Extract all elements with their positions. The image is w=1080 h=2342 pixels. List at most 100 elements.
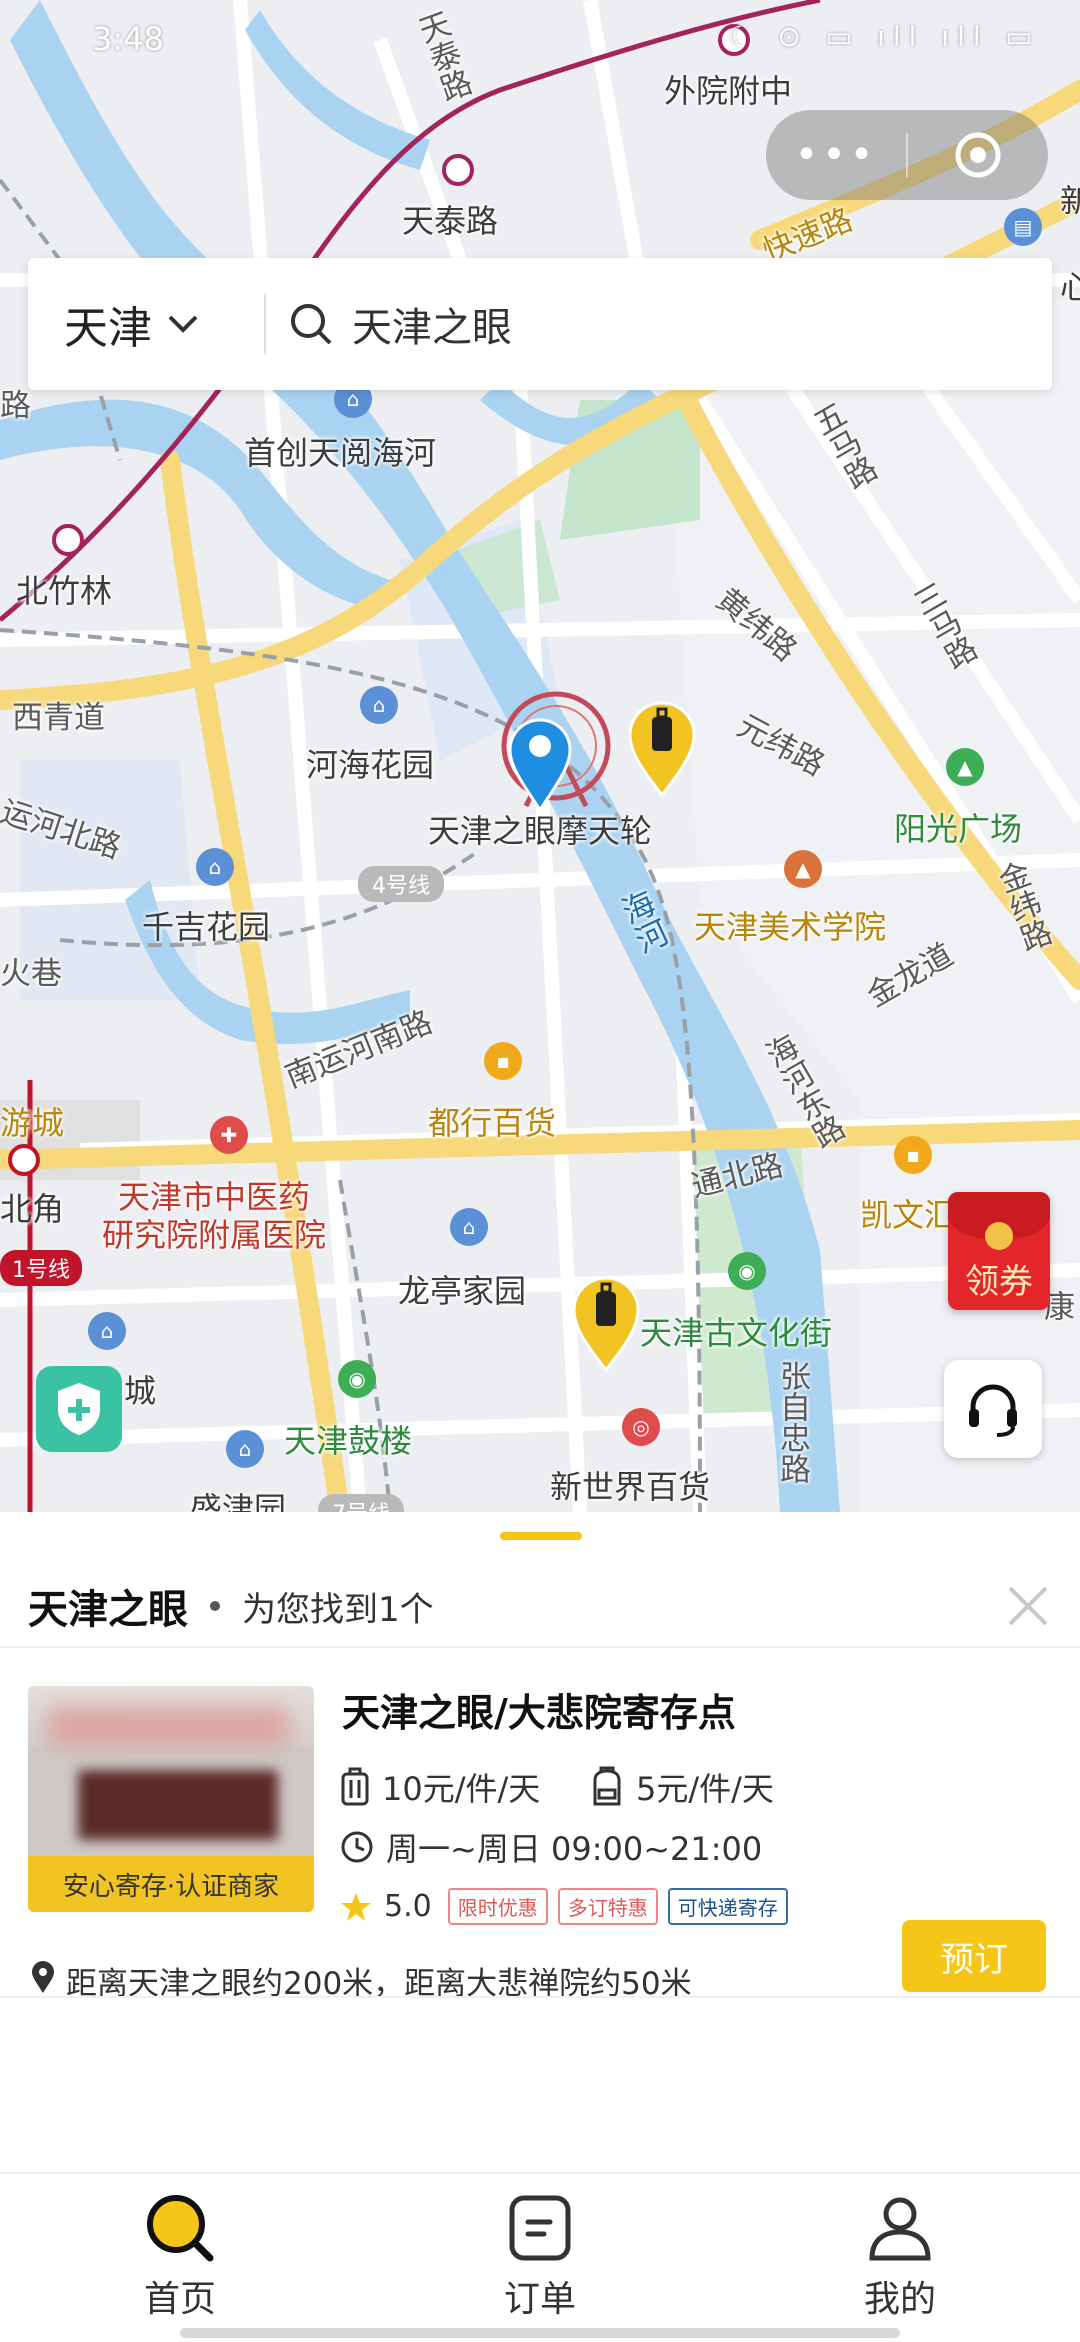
business-hours: 周一~周日 09:00~21:00	[386, 1830, 763, 1868]
multi-order-badge: 多订特惠	[557, 1888, 658, 1925]
map-label-xiqing-road: 西青道	[12, 700, 105, 736]
tab-orders[interactable]: 订单	[450, 2192, 630, 2322]
park-poi-icon[interactable]: ▲	[946, 748, 984, 786]
results-count: 为您找到1个	[242, 1589, 434, 1630]
headset-icon	[969, 1384, 1017, 1437]
divider	[0, 1646, 1080, 1648]
search-bar: 天津 天津之眼	[28, 258, 1052, 390]
backpack-icon	[590, 1766, 624, 1808]
limited-offer-badge: 限时优惠	[447, 1888, 548, 1925]
map-view[interactable]: ⌂ ⌂ ⌂ ⌂ ⌂ ⌂ ▪ ▪ ▲ ◉ ◉ ✚ ▲ ▤ ◎ 外院附中 天泰路 天…	[0, 0, 1080, 1512]
results-keyword: 天津之眼	[28, 1587, 188, 1633]
more-menu-button[interactable]: •••	[766, 132, 906, 178]
map-label-line1: 1号线	[0, 1250, 82, 1286]
results-sheet: 天津之眼 为您找到1个 安心寄存·认证商家 天津之眼/大悲院寄存点 10元/件/…	[0, 1512, 1080, 2172]
store-thumbnail[interactable]: 安心寄存·认证商家	[28, 1686, 314, 1912]
coupon-button[interactable]: 领券	[948, 1192, 1050, 1310]
map-label-zhangzizhong: 张自忠路	[774, 1360, 810, 1484]
book-button[interactable]: 预订	[902, 1920, 1046, 1992]
star-icon	[340, 1891, 372, 1923]
map-label-longting: 龙亭家园	[398, 1272, 527, 1310]
user-icon	[869, 2197, 931, 2261]
shield-plus-icon	[58, 1383, 100, 1435]
scenic-poi-icon[interactable]: ◉	[728, 1252, 766, 1290]
express-storage-badge: 可快递寄存	[667, 1888, 788, 1925]
map-label-hospital-line2: 研究院附属医院	[102, 1216, 327, 1254]
map-label-yangguang: 阳光广场	[894, 810, 1023, 848]
order-list-icon	[509, 2195, 571, 2261]
shopping-poi-icon[interactable]: ▪	[484, 1042, 522, 1080]
price-large-row: 10元/件/天	[340, 1764, 540, 1810]
chevron-down-icon	[168, 315, 198, 333]
tab-orders-label: 订单	[503, 2279, 576, 2320]
suitcase-icon	[340, 1766, 370, 1808]
map-label-guwenhua: 天津古文化街	[640, 1314, 833, 1352]
separator-dot	[210, 1601, 220, 1611]
status-icons: ☾ ⊙ ▭ ıll ıll ▭	[727, 20, 1040, 53]
map-label-gulou: 天津鼓楼	[284, 1422, 413, 1460]
coin-icon	[985, 1222, 1013, 1250]
search-divider	[264, 294, 266, 354]
city-label: 天津	[64, 303, 152, 354]
map-canvas[interactable]	[0, 0, 1080, 1512]
sheet-drag-handle[interactable]	[500, 1532, 582, 1540]
thumbnail-image-door	[78, 1770, 278, 1840]
map-label-xin: 新	[1060, 182, 1080, 220]
map-label-youlecheng: 游城	[0, 1104, 65, 1142]
map-label-xin2: 心	[1060, 268, 1080, 306]
search-input[interactable]: 天津之眼	[352, 295, 512, 353]
safety-shield-button[interactable]	[36, 1366, 122, 1452]
map-label-shengjin: 盛津园	[190, 1490, 287, 1512]
map-label-xinshijie: 新世界百货	[550, 1468, 711, 1506]
map-label-lu: 路	[0, 388, 31, 424]
residential-poi-icon[interactable]: ⌂	[360, 686, 398, 724]
map-label-beijiao: 北角	[0, 1190, 65, 1228]
map-label-shouchuang: 首创天阅海河	[244, 434, 437, 472]
tab-profile[interactable]: 我的	[810, 2192, 990, 2322]
bottom-tab-bar: 首页 订单 我的	[0, 2172, 1080, 2342]
map-label-line7: 7号线	[318, 1494, 404, 1512]
scenic-poi-icon[interactable]: ◉	[338, 1360, 376, 1398]
rating-row: 5.0 限时优惠 多订特惠 可快递寄存	[340, 1888, 798, 1925]
map-label-hehai: 河海花园	[306, 746, 435, 784]
close-miniprogram-button[interactable]	[908, 131, 1048, 179]
certified-merchant-tag: 安心寄存·认证商家	[28, 1856, 314, 1912]
building-poi-icon[interactable]: ▤	[1004, 208, 1042, 246]
city-selector[interactable]: 天津	[28, 258, 244, 390]
map-label-beizhulin: 北竹林	[16, 572, 113, 610]
home-search-icon	[147, 2195, 214, 2262]
store-card[interactable]: 安心寄存·认证商家 天津之眼/大悲院寄存点 10元/件/天 5元/件/天 周一~…	[0, 1672, 1080, 2002]
price-small: 5元/件/天	[636, 1770, 774, 1808]
school-poi-icon[interactable]: ▲	[784, 850, 822, 888]
map-label-tianjin-eye: 天津之眼摩天轮	[428, 812, 653, 850]
status-time: 3:48	[92, 20, 164, 58]
clock-icon	[340, 1830, 374, 1864]
home-indicator	[180, 2328, 900, 2338]
residential-poi-icon[interactable]: ⌂	[88, 1312, 126, 1350]
coupon-label: 领券	[965, 1262, 1033, 1302]
residential-poi-icon[interactable]: ⌂	[450, 1208, 488, 1246]
map-label-huoxiang: 火巷	[0, 956, 62, 992]
hours-row: 周一~周日 09:00~21:00	[340, 1824, 762, 1870]
target-close-icon	[955, 132, 1001, 178]
residential-poi-icon[interactable]: ⌂	[226, 1430, 264, 1468]
thumbnail-image-sign	[48, 1706, 288, 1746]
miniprogram-capsule: •••	[766, 110, 1048, 200]
tab-home-label: 首页	[143, 2279, 216, 2320]
hospital-poi-icon[interactable]: ✚	[210, 1116, 248, 1154]
status-bar: 3:48 ☾ ⊙ ▭ ıll ıll ▭	[0, 0, 1080, 80]
store-name[interactable]: 天津之眼/大悲院寄存点	[342, 1682, 736, 1737]
map-label-duxing: 都行百货	[428, 1104, 557, 1142]
mall-poi-icon[interactable]: ◎	[622, 1408, 660, 1446]
map-label-line4: 4号线	[358, 866, 444, 902]
customer-service-button[interactable]	[944, 1360, 1042, 1458]
close-icon[interactable]	[1006, 1584, 1050, 1628]
tab-home[interactable]: 首页	[90, 2192, 270, 2322]
shopping-poi-icon[interactable]: ▪	[894, 1136, 932, 1174]
map-label-tiantai-station: 天泰路	[402, 202, 499, 240]
search-icon	[291, 304, 332, 345]
map-label-cheng: 城	[124, 1372, 157, 1410]
map-label-meishu: 天津美术学院	[694, 908, 887, 946]
residential-poi-icon[interactable]: ⌂	[196, 848, 234, 886]
tab-profile-label: 我的	[863, 2279, 936, 2320]
